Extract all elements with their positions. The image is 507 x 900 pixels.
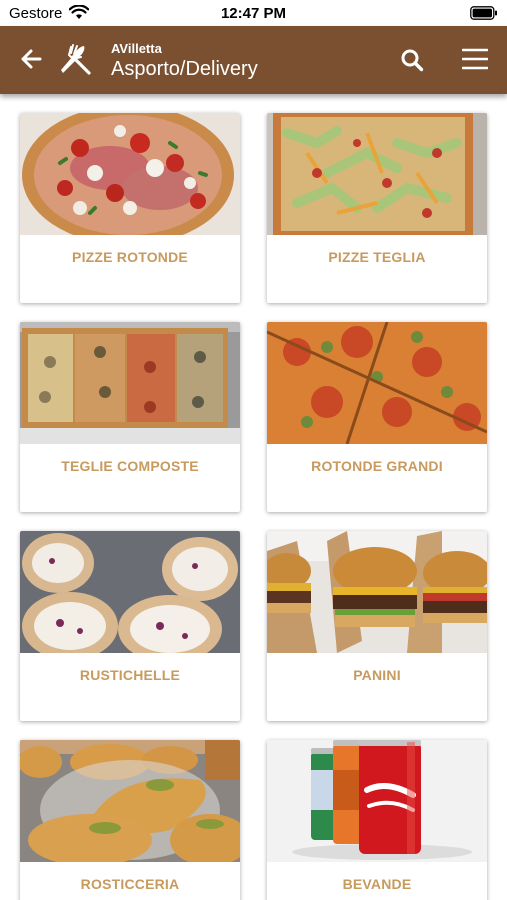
burgers-photo bbox=[267, 531, 487, 653]
category-label: ROTONDE GRANDI bbox=[311, 458, 443, 474]
category-card-rustichelle[interactable]: RUSTICHELLE bbox=[20, 531, 240, 721]
header-title: Asporto/Delivery bbox=[111, 58, 258, 80]
header-subtitle: AVilletta bbox=[111, 41, 162, 56]
category-label: PANINI bbox=[353, 667, 401, 683]
large-round-pizza-photo bbox=[267, 322, 487, 444]
search-icon[interactable] bbox=[400, 48, 424, 77]
tray-pizza-photo bbox=[267, 113, 487, 235]
category-label: PIZZE TEGLIA bbox=[328, 249, 426, 265]
category-card-pizze-teglia[interactable]: PIZZE TEGLIA bbox=[267, 113, 487, 303]
hamburger-menu-icon[interactable] bbox=[461, 48, 489, 75]
cutlery-icon bbox=[59, 43, 93, 82]
round-pizza-photo bbox=[20, 113, 240, 235]
category-card-rotonde-grandi[interactable]: ROTONDE GRANDI bbox=[267, 322, 487, 512]
category-label: ROSTICCERIA bbox=[80, 876, 180, 892]
category-label: RUSTICHELLE bbox=[79, 667, 181, 683]
header-titles: AVilletta Asporto/Delivery bbox=[111, 41, 258, 82]
category-grid: PIZZE ROTONDE PIZZE TEGLIA TEGLIE COMPOS… bbox=[0, 94, 507, 900]
category-label: TEGLIE COMPOSTE bbox=[61, 458, 199, 474]
rolled-pastry-photo bbox=[20, 531, 240, 653]
category-card-teglie-composte[interactable]: TEGLIE COMPOSTE bbox=[20, 322, 240, 512]
fried-pastries-photo bbox=[20, 740, 240, 862]
app-header: AVilletta Asporto/Delivery bbox=[0, 26, 507, 94]
category-label: BEVANDE bbox=[342, 876, 412, 892]
back-arrow-icon[interactable] bbox=[20, 48, 42, 75]
soda-cans-photo bbox=[267, 740, 487, 862]
category-card-bevande[interactable]: BEVANDE bbox=[267, 740, 487, 900]
category-label: PIZZE ROTONDE bbox=[72, 249, 188, 265]
status-bar: Gestore 12:47 PM bbox=[0, 0, 507, 26]
category-card-rosticceria[interactable]: ROSTICCERIA bbox=[20, 740, 240, 900]
clock: 12:47 PM bbox=[220, 5, 287, 22]
battery-icon bbox=[470, 6, 498, 25]
category-card-panini[interactable]: PANINI bbox=[267, 531, 487, 721]
mixed-tray-pizza-photo bbox=[20, 322, 240, 444]
category-card-pizze-rotonde[interactable]: PIZZE ROTONDE bbox=[20, 113, 240, 303]
